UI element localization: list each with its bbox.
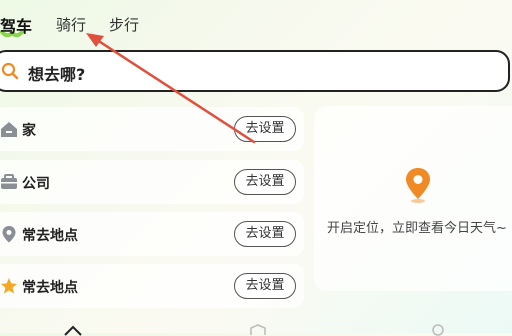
annotation-arrow xyxy=(86,33,256,144)
